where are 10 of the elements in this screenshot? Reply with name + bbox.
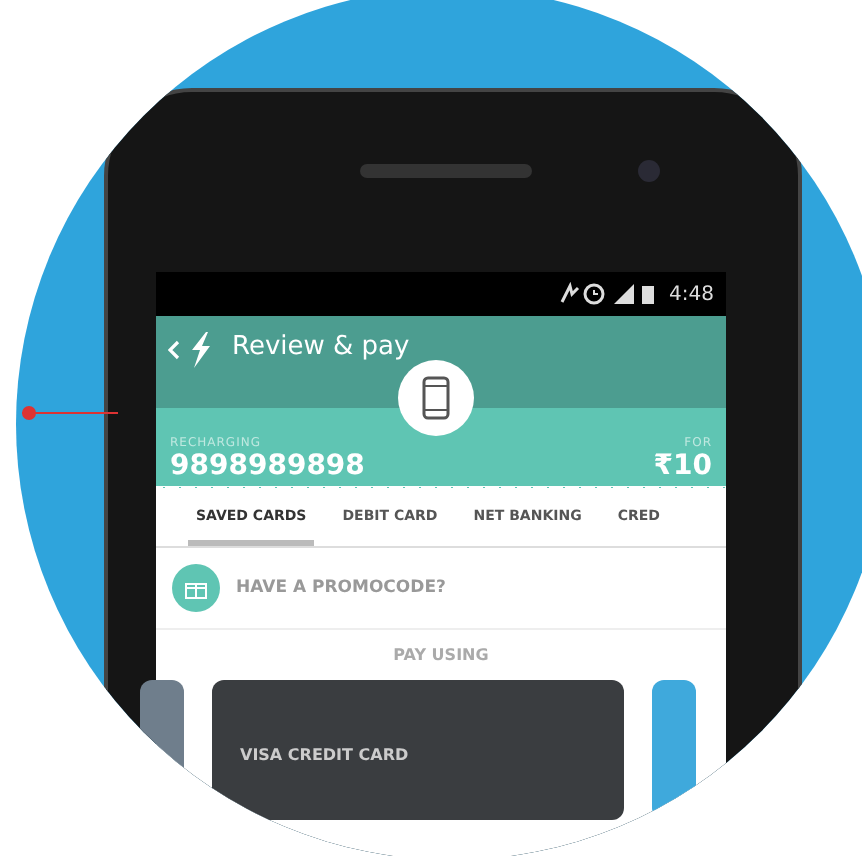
recharge-amount: ₹10 [653,449,712,481]
status-time: 4:48 [669,283,714,305]
lightning-logo-icon [188,332,212,368]
gift-icon [172,564,220,612]
screen-title: Review & pay [232,332,410,362]
pay-using-heading: PAY USING [391,644,491,668]
camera-lens [638,160,660,182]
credit-card[interactable]: VISA CREDIT CARD [212,680,624,820]
phone-number: 9898989898 [170,449,365,481]
back-icon[interactable] [168,340,180,360]
